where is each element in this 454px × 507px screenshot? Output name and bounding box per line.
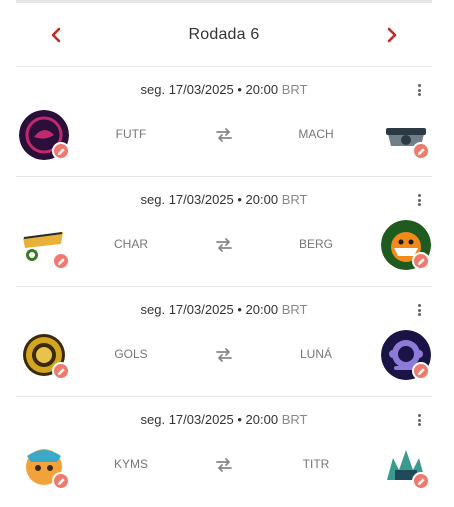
more-options-button[interactable] <box>414 413 424 427</box>
match-date-text: seg. 17/03/2025 • 20:00 <box>140 192 279 207</box>
swap-icon <box>216 348 232 362</box>
more-options-button[interactable] <box>414 193 424 207</box>
home-team-name: KYMS <box>113 457 148 471</box>
pencil-icon <box>57 367 65 375</box>
pencil-icon <box>417 147 425 155</box>
edit-home-team-button[interactable] <box>52 142 70 160</box>
home-team-name: CHAR <box>113 237 148 251</box>
match-timezone: BRT <box>281 82 308 97</box>
match-date-text: seg. 17/03/2025 • 20:00 <box>140 302 279 317</box>
pencil-icon <box>57 477 65 485</box>
swap-teams-button[interactable] <box>214 235 234 255</box>
edit-away-team-button[interactable] <box>412 472 430 490</box>
swap-icon <box>216 128 232 142</box>
match-row: KYMS TITR <box>16 440 432 492</box>
next-round-button[interactable] <box>352 3 432 66</box>
pencil-icon <box>417 367 425 375</box>
swap-icon <box>216 238 232 252</box>
swap-teams-button[interactable] <box>214 125 234 145</box>
round-header: Rodada 6 <box>16 3 432 66</box>
match-card: seg. 17/03/2025 • 20:00 BRT FUTF MACH <box>16 66 432 176</box>
match-card: seg. 17/03/2025 • 20:00 BRT CHAR BERG <box>16 176 432 286</box>
edit-home-team-button[interactable] <box>52 252 70 270</box>
chevron-right-icon <box>387 27 397 42</box>
swap-teams-button[interactable] <box>214 345 234 365</box>
edit-away-team-button[interactable] <box>412 252 430 270</box>
home-team-name: FUTF <box>115 127 147 141</box>
match-date-text: seg. 17/03/2025 • 20:00 <box>140 412 279 427</box>
swap-icon <box>216 458 232 472</box>
match-row: CHAR BERG <box>16 220 432 272</box>
away-team-name: BERG <box>298 237 333 251</box>
swap-teams-button[interactable] <box>214 455 234 475</box>
away-team-name: TITR <box>302 457 330 471</box>
match-date-text: seg. 17/03/2025 • 20:00 <box>140 82 279 97</box>
edit-home-team-button[interactable] <box>52 472 70 490</box>
match-datetime: seg. 17/03/2025 • 20:00 BRT <box>16 192 432 207</box>
previous-round-button[interactable] <box>16 3 96 66</box>
match-timezone: BRT <box>281 192 308 207</box>
pencil-icon <box>417 257 425 265</box>
away-team-name: LUNÁ <box>299 347 332 361</box>
more-options-button[interactable] <box>414 83 424 97</box>
match-row: FUTF MACH <box>16 110 432 162</box>
match-card: seg. 17/03/2025 • 20:00 BRT KYMS TITR <box>16 396 432 506</box>
match-card: seg. 17/03/2025 • 20:00 BRT GOLS LUNÁ <box>16 286 432 396</box>
away-team-name: MACH <box>298 127 334 141</box>
match-datetime: seg. 17/03/2025 • 20:00 BRT <box>16 82 432 97</box>
pencil-icon <box>57 147 65 155</box>
chevron-left-icon <box>51 27 61 42</box>
match-timezone: BRT <box>281 412 308 427</box>
pencil-icon <box>417 477 425 485</box>
match-datetime: seg. 17/03/2025 • 20:00 BRT <box>16 302 432 317</box>
pencil-icon <box>57 257 65 265</box>
more-options-button[interactable] <box>414 303 424 317</box>
edit-away-team-button[interactable] <box>412 362 430 380</box>
edit-away-team-button[interactable] <box>412 142 430 160</box>
round-title: Rodada 6 <box>188 25 260 43</box>
match-timezone: BRT <box>281 302 308 317</box>
match-row: GOLS LUNÁ <box>16 330 432 382</box>
home-team-name: GOLS <box>114 347 148 361</box>
edit-home-team-button[interactable] <box>52 362 70 380</box>
match-datetime: seg. 17/03/2025 • 20:00 BRT <box>16 412 432 427</box>
